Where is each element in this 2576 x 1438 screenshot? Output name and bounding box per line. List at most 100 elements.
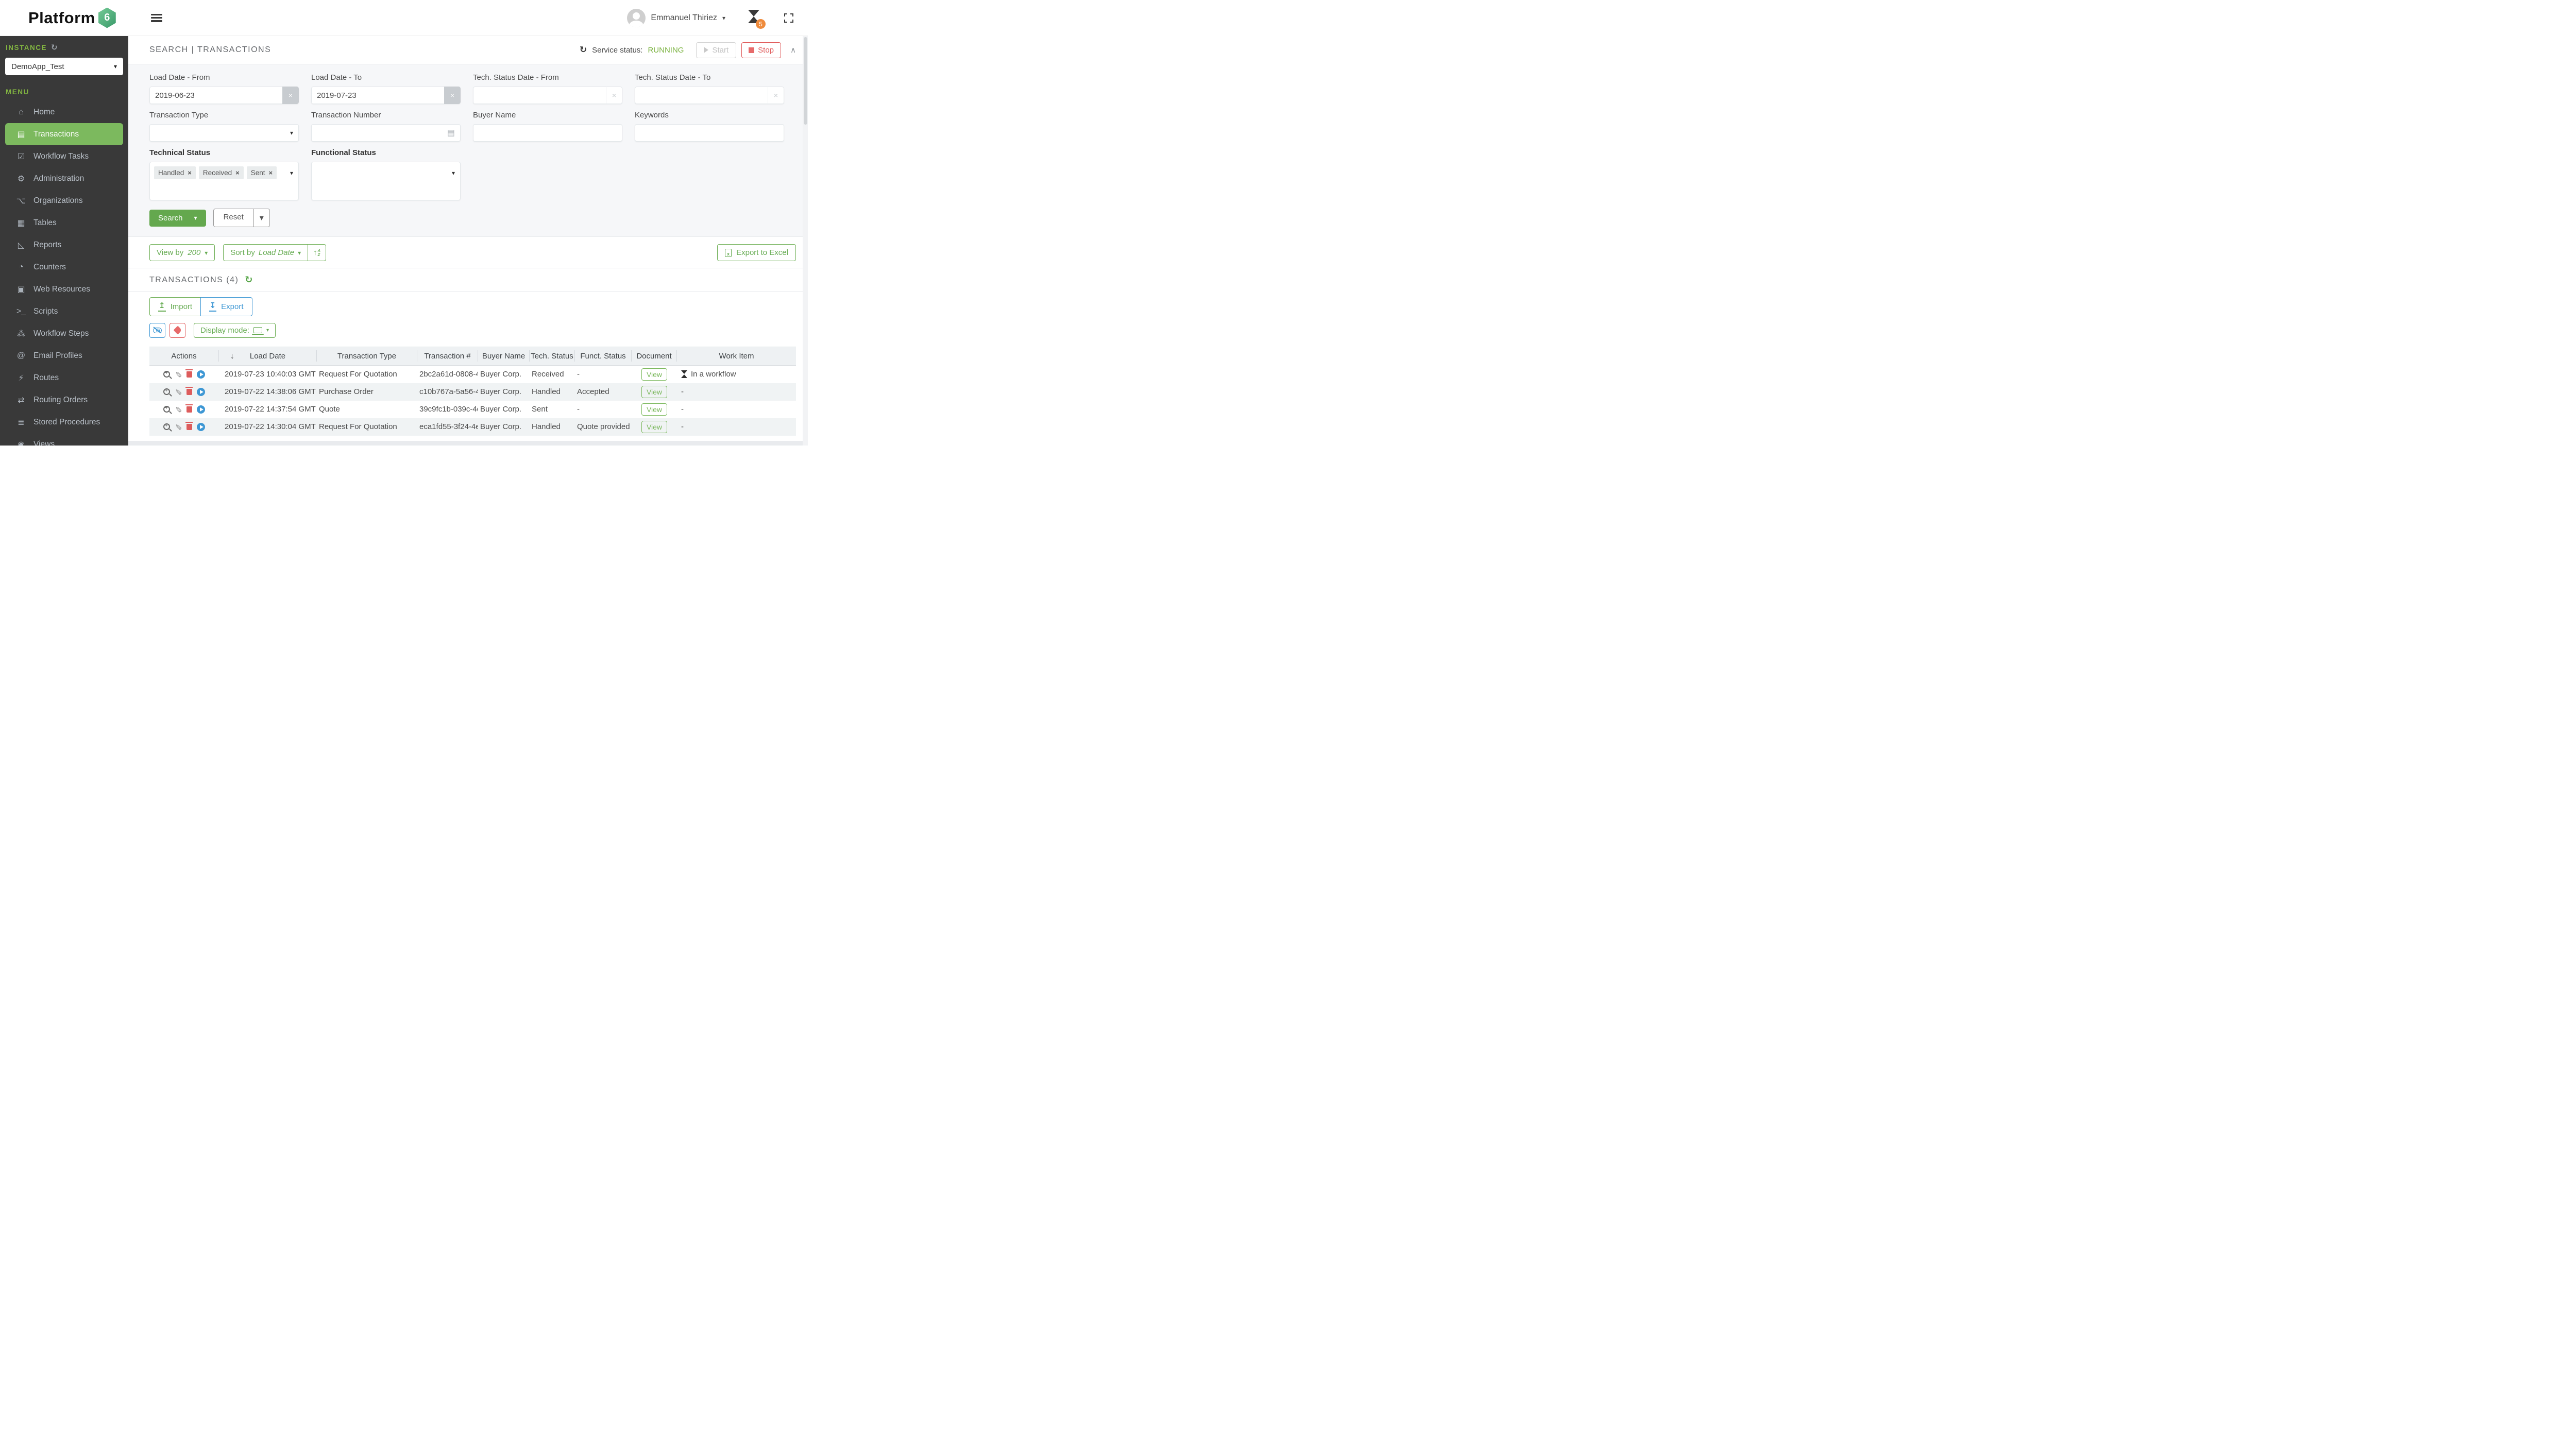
column-header-actions[interactable]: Actions bbox=[149, 350, 219, 362]
column-header-tech-status[interactable]: Tech. Status bbox=[530, 350, 575, 362]
scrollbar-thumb[interactable] bbox=[803, 37, 807, 125]
edit-icon[interactable]: ✎ bbox=[173, 423, 183, 430]
sidebar-item-label: Stored Procedures bbox=[33, 417, 100, 426]
reset-button[interactable]: Reset bbox=[214, 209, 253, 227]
sidebar-item-routing-orders[interactable]: ⇄ Routing Orders bbox=[0, 389, 128, 411]
instance-refresh-icon[interactable]: ↻ bbox=[51, 43, 58, 52]
keywords-input[interactable] bbox=[635, 124, 784, 142]
export-button[interactable]: ↧ Export bbox=[200, 297, 252, 316]
view-document-button[interactable]: View bbox=[641, 368, 668, 381]
start-label: Start bbox=[712, 45, 729, 55]
transactions-refresh-icon[interactable]: ↻ bbox=[245, 275, 252, 285]
run-icon[interactable] bbox=[196, 422, 205, 431]
start-service-button[interactable]: Start bbox=[696, 42, 737, 58]
import-export-group: ↥ Import ↧ Export bbox=[149, 297, 796, 316]
sidebar-item-tables[interactable]: ▦ Tables bbox=[0, 212, 128, 234]
clear-date-icon[interactable]: × bbox=[606, 87, 622, 104]
import-button[interactable]: ↥ Import bbox=[149, 297, 201, 316]
table-row[interactable]: ✎ 2019-07-22 14:30:04 GMT Request For Qu… bbox=[149, 418, 796, 436]
sidebar-item-workflow-tasks[interactable]: ☑ Workflow Tasks bbox=[0, 145, 128, 167]
tech-status-date-from-input[interactable] bbox=[473, 87, 606, 104]
collapse-panel-icon[interactable]: ∧ bbox=[790, 45, 796, 55]
clear-button[interactable] bbox=[170, 322, 185, 338]
column-header-load-date[interactable]: ↓ Load Date bbox=[219, 350, 317, 362]
reset-dropdown-icon[interactable]: ▾ bbox=[253, 209, 269, 227]
delete-icon[interactable] bbox=[185, 369, 193, 378]
clear-date-icon[interactable]: × bbox=[444, 87, 461, 104]
edit-icon[interactable]: ✎ bbox=[173, 406, 183, 413]
view-details-icon[interactable] bbox=[163, 388, 171, 395]
run-icon[interactable] bbox=[196, 370, 205, 379]
view-document-button[interactable]: View bbox=[641, 403, 668, 416]
run-icon[interactable] bbox=[196, 387, 205, 396]
service-refresh-icon[interactable]: ↻ bbox=[580, 45, 587, 55]
instance-label: INSTANCE bbox=[6, 43, 47, 52]
search-button[interactable]: Search ▾ bbox=[149, 209, 206, 227]
column-header-document[interactable]: Document bbox=[632, 350, 677, 362]
transaction-type-select[interactable]: ▾ bbox=[149, 124, 299, 142]
clear-date-icon[interactable]: × bbox=[768, 87, 784, 104]
sidebar-item-administration[interactable]: ⚙ Administration bbox=[0, 167, 128, 190]
view-details-icon[interactable] bbox=[163, 370, 171, 378]
remove-tag-icon[interactable]: × bbox=[188, 169, 192, 177]
technical-status-multiselect[interactable]: Handled × Received × Sent × ▾ bbox=[149, 162, 299, 200]
sidebar-item-home[interactable]: ⌂ Home bbox=[0, 101, 128, 123]
view-by-button[interactable]: View by 200 ▾ bbox=[149, 244, 215, 261]
transaction-number-input[interactable]: ▤ bbox=[311, 124, 461, 142]
fullscreen-icon[interactable] bbox=[784, 13, 793, 23]
work-item-label: - bbox=[681, 387, 684, 396]
delete-icon[interactable] bbox=[185, 404, 193, 413]
sidebar-item-workflow-steps[interactable]: ⁂ Workflow Steps bbox=[0, 322, 128, 345]
upload-icon: ↥ bbox=[158, 301, 166, 312]
instance-select[interactable]: DemoApp_Test ▾ bbox=[5, 58, 123, 75]
sort-by-button[interactable]: Sort by Load Date ▾ bbox=[224, 245, 308, 261]
table-row[interactable]: ✎ 2019-07-22 14:38:06 GMT Purchase Order… bbox=[149, 383, 796, 401]
clear-date-icon[interactable]: × bbox=[282, 87, 299, 104]
view-document-button[interactable]: View bbox=[641, 385, 668, 398]
column-header-transaction-type[interactable]: Transaction Type bbox=[317, 350, 417, 362]
sidebar-item-counters[interactable]: ◔ Counters bbox=[0, 256, 128, 278]
run-icon[interactable] bbox=[196, 405, 205, 414]
table-row[interactable]: ✎ 2019-07-23 10:40:03 GMT Request For Qu… bbox=[149, 366, 796, 383]
stop-service-button[interactable]: Stop bbox=[741, 42, 782, 58]
functional-status-multiselect[interactable]: ▾ bbox=[311, 162, 461, 200]
sidebar-item-routes[interactable]: ⚡ Routes bbox=[0, 367, 128, 389]
tech-status-date-to-input[interactable] bbox=[635, 87, 768, 104]
vertical-scrollbar[interactable] bbox=[803, 36, 808, 446]
export-excel-button[interactable]: x Export to Excel bbox=[717, 244, 796, 261]
delete-icon[interactable] bbox=[185, 422, 193, 430]
delete-icon[interactable] bbox=[185, 387, 193, 395]
sidebar-item-web-resources[interactable]: ▣ Web Resources bbox=[0, 278, 128, 300]
display-mode-button[interactable]: Display mode: ▾ bbox=[194, 322, 276, 338]
remove-tag-icon[interactable]: × bbox=[269, 169, 273, 177]
column-header-transaction-number[interactable]: Transaction # bbox=[417, 350, 478, 362]
remove-tag-icon[interactable]: × bbox=[235, 169, 240, 177]
view-details-icon[interactable] bbox=[163, 405, 171, 413]
toggle-visibility-button[interactable] bbox=[149, 322, 165, 338]
sidebar-item-scripts[interactable]: >_ Scripts bbox=[0, 300, 128, 322]
menu-toggle-icon[interactable] bbox=[151, 13, 162, 22]
column-header-buyer-name[interactable]: Buyer Name bbox=[478, 350, 530, 362]
view-document-button[interactable]: View bbox=[641, 420, 668, 433]
sidebar-item-organizations[interactable]: ⌥ Organizations bbox=[0, 190, 128, 212]
user-menu[interactable]: Emmanuel Thiriez ▾ bbox=[627, 8, 725, 27]
edit-icon[interactable]: ✎ bbox=[173, 388, 183, 395]
column-header-work-item[interactable]: Work Item bbox=[677, 350, 796, 362]
table-row[interactable]: ✎ 2019-07-22 14:37:54 GMT Quote 39c9fc1b… bbox=[149, 401, 796, 418]
sidebar-item-reports[interactable]: ◺ Reports bbox=[0, 234, 128, 256]
view-details-icon[interactable] bbox=[163, 423, 171, 430]
sidebar-item-views[interactable]: ◉ Views bbox=[0, 433, 128, 446]
sidebar-item-transactions[interactable]: ▤ Transactions bbox=[5, 123, 123, 145]
load-date-to-input[interactable]: 2019-07-23 bbox=[311, 87, 444, 104]
buyer-name-input[interactable] bbox=[473, 124, 622, 142]
sidebar-item-stored-procedures[interactable]: ≣ Stored Procedures bbox=[0, 411, 128, 433]
list-icon: ▤ bbox=[17, 130, 25, 139]
edit-icon[interactable]: ✎ bbox=[173, 371, 183, 378]
load-date-from-input[interactable]: 2019-06-23 bbox=[149, 87, 282, 104]
sidebar-item-email-profiles[interactable]: @ Email Profiles bbox=[0, 345, 128, 367]
column-header-funct-status[interactable]: Funct. Status bbox=[575, 350, 632, 362]
sort-direction-button[interactable]: ↑ A Z bbox=[308, 245, 326, 261]
user-name: Emmanuel Thiriez bbox=[651, 13, 717, 22]
filter-functional-status: Functional Status ▾ bbox=[311, 148, 461, 200]
pending-tasks-button[interactable]: 5 bbox=[748, 10, 766, 29]
